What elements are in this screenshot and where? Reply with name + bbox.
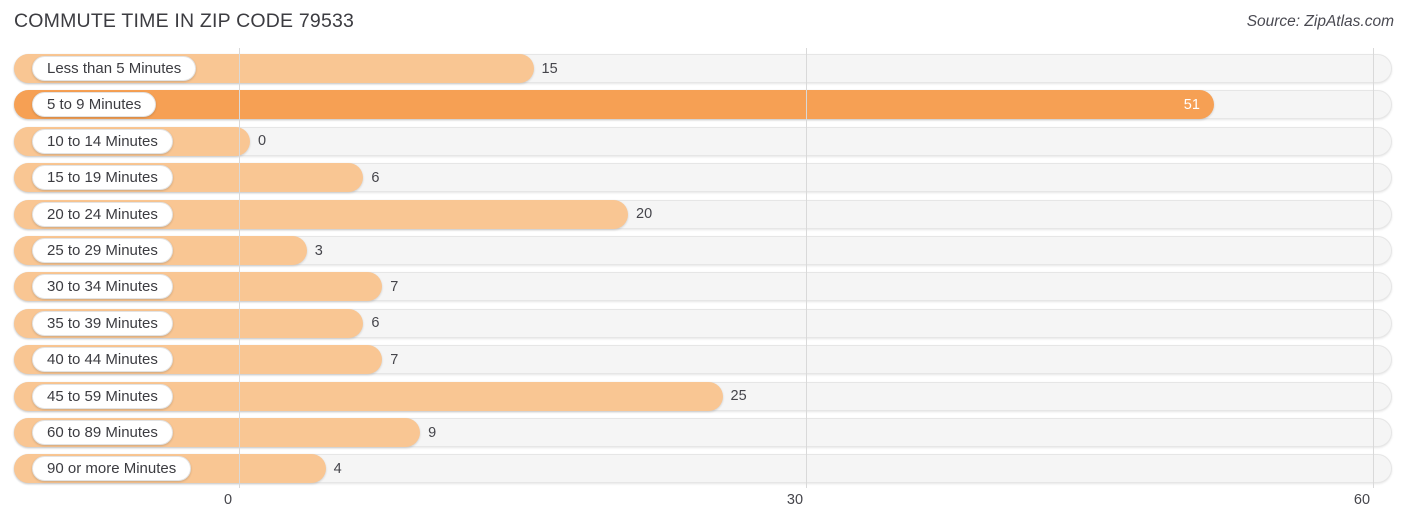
- bar-value-label: 20: [636, 206, 653, 223]
- bar-row[interactable]: 25 to 29 Minutes 3: [14, 236, 1392, 265]
- bar-row[interactable]: 45 to 59 Minutes 25: [14, 381, 1392, 411]
- category-label: 45 to 59 Minutes: [32, 383, 173, 409]
- bar-row[interactable]: 10 to 14 Minutes 0: [14, 126, 1392, 156]
- bar-row[interactable]: 60 to 89 Minutes 9: [14, 418, 1392, 447]
- category-label: 20 to 24 Minutes: [32, 201, 173, 227]
- category-label: 30 to 34 Minutes: [32, 274, 173, 300]
- category-label: 40 to 44 Minutes: [32, 347, 173, 373]
- category-label: 60 to 89 Minutes: [32, 420, 173, 445]
- bar-value-label: 3: [314, 242, 323, 259]
- category-label: 10 to 14 Minutes: [32, 128, 173, 154]
- bar-value-label: 25: [730, 388, 747, 405]
- bar-row[interactable]: 35 to 39 Minutes 6: [14, 308, 1392, 338]
- bar-row[interactable]: 20 to 24 Minutes 20: [14, 199, 1392, 229]
- bar-row[interactable]: 40 to 44 Minutes 7: [14, 345, 1392, 375]
- category-label: 5 to 9 Minutes: [32, 92, 157, 118]
- bar-value-label: 6: [371, 315, 380, 332]
- source-attribution: Source: ZipAtlas.com: [1246, 13, 1394, 30]
- category-label: 35 to 39 Minutes: [32, 310, 173, 336]
- x-axis: 0 30 60: [0, 488, 1406, 524]
- bar-value-label: 0: [258, 133, 267, 150]
- bar-value-label: 4: [333, 460, 342, 477]
- bar-row[interactable]: 90 or more Minutes 4: [14, 454, 1392, 484]
- bar-row[interactable]: 30 to 34 Minutes 7: [14, 272, 1392, 302]
- bar-value-label: 15: [541, 60, 558, 77]
- page-title: COMMUTE TIME IN ZIP CODE 79533: [14, 10, 355, 32]
- x-tick-label: 30: [786, 492, 804, 508]
- category-label: 90 or more Minutes: [32, 456, 192, 482]
- bar-row[interactable]: 5 to 9 Minutes 51: [14, 90, 1392, 120]
- category-label: Less than 5 Minutes: [32, 56, 197, 81]
- x-tick-label: 60: [1353, 492, 1371, 508]
- plot-area: Less than 5 Minutes 15 5 to 9 Minutes 51 10 …: [0, 48, 1406, 488]
- bar-row[interactable]: Less than 5 Minutes 15: [14, 54, 1392, 83]
- bar-fill: [14, 90, 1214, 120]
- bar-value-label: 7: [390, 351, 399, 368]
- category-label: 15 to 19 Minutes: [32, 165, 173, 191]
- bar-row[interactable]: 15 to 19 Minutes 6: [14, 163, 1392, 193]
- bar-value-label: 7: [390, 278, 399, 295]
- bar-value-label: 51: [1183, 96, 1200, 113]
- bar-value-label: 9: [428, 424, 437, 441]
- commute-time-bar-chart: COMMUTE TIME IN ZIP CODE 79533 Source: Z…: [0, 0, 1406, 524]
- category-label: 25 to 29 Minutes: [32, 238, 173, 263]
- x-tick-label: 0: [223, 492, 233, 508]
- bar-value-label: 6: [371, 169, 380, 186]
